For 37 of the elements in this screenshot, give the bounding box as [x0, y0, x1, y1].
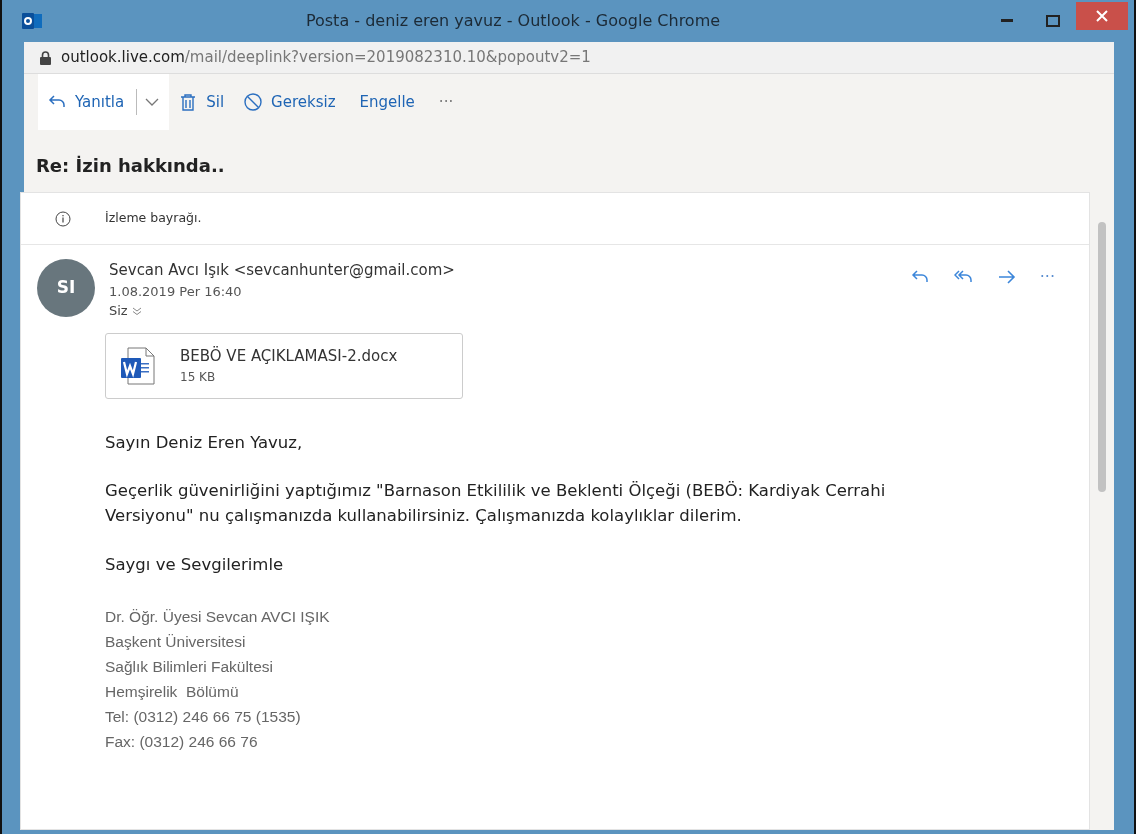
- maximize-icon: [1046, 15, 1060, 27]
- url-text[interactable]: outlook.live.com/mail/deeplink?version=2019082310.10&popoutv2=1: [61, 46, 591, 69]
- minimize-icon: [1001, 19, 1013, 23]
- more-button[interactable]: ···: [428, 74, 464, 130]
- close-button[interactable]: [1076, 2, 1128, 30]
- signature-line: Hemşirelik Bölümü: [105, 681, 240, 702]
- attachment-size: 15 KB: [180, 368, 217, 386]
- reply-button[interactable]: Yanıtla: [38, 74, 170, 130]
- recipient-text: Siz: [109, 302, 128, 320]
- signature-line: Dr. Öğr. Üyesi Sevcan AVCI IŞIK: [105, 606, 331, 627]
- block-icon: [244, 92, 264, 112]
- message-date: 1.08.2019 Per 16:40: [109, 282, 243, 301]
- info-icon: [55, 210, 71, 227]
- message-paragraph: Saygı ve Sevgilerimle: [105, 553, 285, 576]
- info-text: İzleme bayrağı.: [105, 209, 202, 228]
- attachment-card[interactable]: BEBÖ VE AÇIKLAMASI-2.docx 15 KB: [105, 332, 463, 399]
- window-title: Posta - deniz eren yavuz - Outlook - Google Chrome: [304, 10, 722, 32]
- caret-icon: [145, 98, 160, 106]
- signature-line: Sağlık Bilimleri Fakültesi: [105, 656, 274, 677]
- message-paragraph: Sayın Deniz Eren Yavuz,: [105, 431, 304, 454]
- signature-line: Tel: (0312) 246 66 75 (1535): [105, 706, 302, 727]
- sender-avatar: SI: [37, 259, 95, 317]
- expand-icon[interactable]: [131, 305, 142, 316]
- block-button[interactable]: Engelle: [345, 74, 429, 130]
- signature-line: Başkent Üniversitesi: [105, 631, 247, 652]
- signature-line: Fax: (0312) 246 66 76: [105, 731, 259, 752]
- delete-button[interactable]: Sil: [169, 74, 235, 130]
- close-icon: [1096, 10, 1108, 22]
- more-button[interactable]: ···: [1027, 265, 1067, 289]
- lock-icon: [40, 50, 51, 65]
- sender-name: Sevcan Avcı Işık <sevcanhunter@gmail.com>: [109, 260, 456, 281]
- word-document-icon: [120, 345, 158, 386]
- junk-button[interactable]: Gereksiz: [234, 74, 346, 130]
- message-subject: Re: İzin hakkında..: [35, 154, 226, 178]
- attachment-name: BEBÖ VE AÇIKLAMASI-2.docx: [180, 345, 398, 368]
- message-paragraph: Geçerlik güvenirliğini yaptığımız "Barnason Etkililik ve Beklenti Ölçeği (BEBÖ: Kardiyak Cerrahi Versiyonu" nu çalışmanızda kullanabilirsiniz. Çalışmanızda kolaylıklar dilerim.: [105, 480, 887, 527]
- outlook-logo-icon: [22, 12, 42, 30]
